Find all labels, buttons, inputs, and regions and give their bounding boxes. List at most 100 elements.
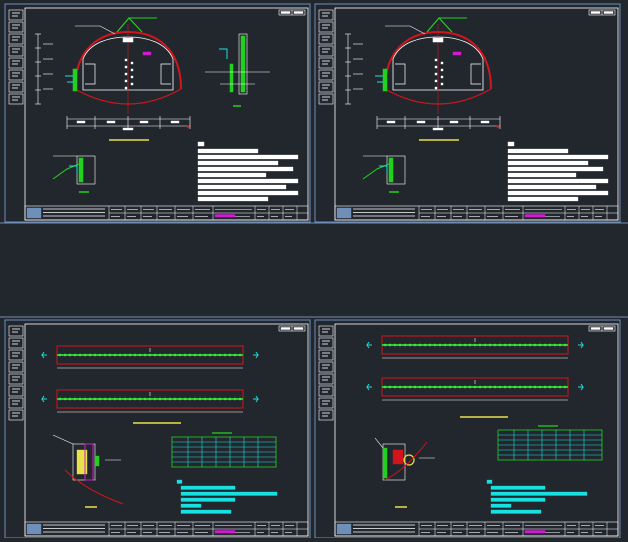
left-green-bar <box>72 68 78 92</box>
left-green-bar <box>382 68 388 92</box>
edge-detail <box>52 155 96 193</box>
notes-text-line <box>490 485 546 490</box>
notes-text-line <box>507 196 579 202</box>
notes-text-line <box>507 172 577 178</box>
section-green-part <box>382 447 388 479</box>
section-detail <box>52 434 124 508</box>
strip-cell <box>8 361 24 373</box>
notes-text-line <box>197 184 287 190</box>
dimension-text <box>480 120 490 124</box>
notes-block <box>507 141 609 202</box>
title-block-highlight <box>214 530 236 534</box>
notes-text-line <box>486 479 493 484</box>
sheet-outer-frame <box>314 3 621 223</box>
notes-text-line <box>490 497 546 502</box>
notes-text-line <box>197 190 299 196</box>
notes-text-line <box>490 503 512 508</box>
sidewall-detail-right <box>160 63 171 85</box>
strip-cell <box>8 337 24 349</box>
drain-dot <box>440 82 444 86</box>
notes-text-line <box>197 196 269 202</box>
strip-cell <box>8 385 24 397</box>
direction-arrow-right <box>578 341 584 349</box>
strip-cell <box>8 349 24 361</box>
notes-text-line <box>507 166 604 172</box>
strip-cell <box>318 93 334 105</box>
quantity-table <box>497 425 603 461</box>
drain-dot <box>434 86 438 90</box>
direction-arrow-left <box>41 351 47 359</box>
edge-detail-green <box>388 157 394 183</box>
strip-cell <box>8 45 24 57</box>
strip-cell <box>318 361 334 373</box>
company-logo <box>26 207 42 219</box>
section-green-part <box>94 455 100 467</box>
roof-pointer <box>426 17 453 33</box>
strip-cell <box>318 9 334 21</box>
title-block <box>334 205 619 221</box>
sidewall-detail-right <box>470 63 481 85</box>
company-logo <box>336 207 352 219</box>
rail-post-green <box>240 35 246 93</box>
dimension-text <box>139 120 149 124</box>
drain-dot <box>130 82 134 86</box>
sheet-2 <box>314 3 621 223</box>
notes-heading <box>197 141 205 147</box>
leader-line <box>75 25 116 35</box>
strip-cell <box>8 81 24 93</box>
strip-cell <box>318 349 334 361</box>
drain-dot <box>440 68 444 72</box>
sheet-number-text <box>293 11 304 14</box>
drain-dot <box>124 65 128 69</box>
sheet-number-text <box>603 327 614 330</box>
company-logo <box>26 523 42 535</box>
plan-drawing <box>366 335 584 418</box>
title-block-highlight <box>214 214 236 218</box>
drain-dot <box>434 58 438 62</box>
strip-cell <box>8 9 24 21</box>
quantity-table <box>171 432 277 468</box>
rail-post-green-2 <box>229 63 234 93</box>
sheet-outer-frame <box>314 319 621 539</box>
direction-arrow-right <box>253 395 259 403</box>
strip-cell <box>8 57 24 69</box>
strip-cell <box>318 397 334 409</box>
strip-cell <box>8 21 24 33</box>
notes-text-line <box>507 178 609 184</box>
strip-cell <box>318 81 334 93</box>
dimension-text <box>170 120 180 124</box>
strip-cell <box>8 397 24 409</box>
notes-text-line <box>507 160 589 166</box>
strip-cell <box>318 69 334 81</box>
cad-drawing-viewport[interactable] <box>0 0 628 539</box>
title-block <box>24 205 309 221</box>
strip-cell <box>318 57 334 69</box>
strip-cell <box>318 325 334 337</box>
sheet-number-text <box>293 327 304 330</box>
magenta-label <box>452 51 462 56</box>
strip-cell <box>8 373 24 385</box>
tunnel-section-drawing <box>345 17 501 141</box>
direction-arrow-right <box>253 351 259 359</box>
direction-arrow-left <box>366 383 372 391</box>
sheet-number-text <box>280 11 291 14</box>
drawing-svg <box>0 3 628 539</box>
drain-dot <box>130 68 134 72</box>
strip-cell <box>318 409 334 421</box>
sheet-3 <box>4 319 311 539</box>
strip-cell <box>8 69 24 81</box>
strip-cell <box>318 373 334 385</box>
section-red-block <box>392 449 404 465</box>
notes-heading <box>507 141 515 147</box>
left-cyan-marker <box>375 75 383 83</box>
notes-text-line <box>180 497 236 502</box>
strip-cell <box>318 33 334 45</box>
tunnel-section-drawing <box>35 17 191 141</box>
red-mark <box>186 125 190 129</box>
drain-dot <box>440 61 444 65</box>
sheet-1 <box>4 3 311 223</box>
drain-dot <box>124 86 128 90</box>
rail-detail <box>205 33 270 107</box>
sheet-4 <box>314 319 621 539</box>
strip-cell <box>8 33 24 45</box>
